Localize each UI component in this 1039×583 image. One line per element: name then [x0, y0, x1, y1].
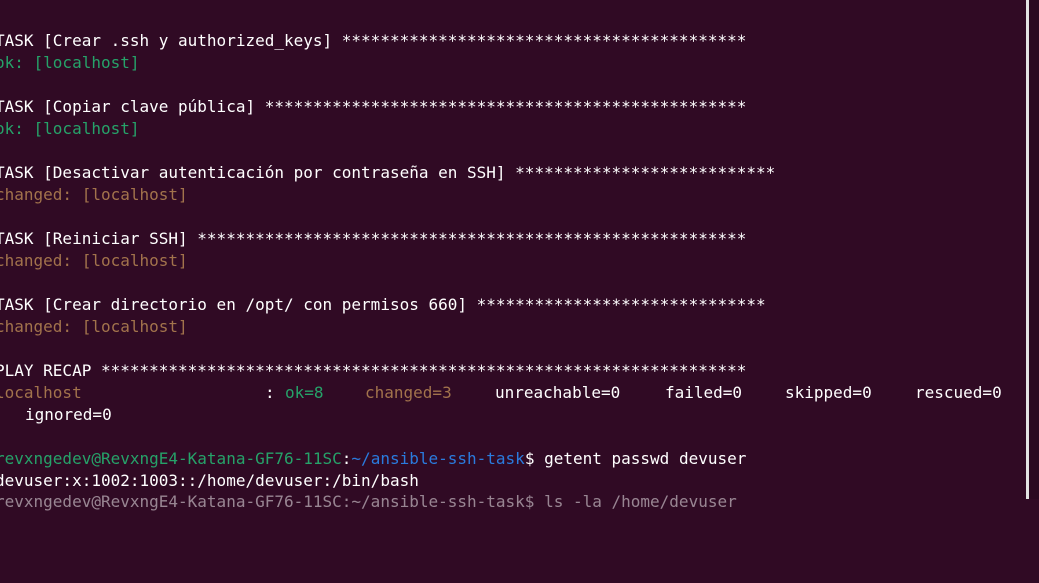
command-output: devuser:x:1002:1003::/home/devuser:/bin/… [0, 471, 419, 491]
scrollbar[interactable] [1029, 0, 1039, 499]
task-line-text: TASK [Desactivar autenticación por contr… [0, 163, 776, 182]
task-line-text: TASK [Crear directorio en /opt/ con perm… [0, 295, 766, 314]
recap-ok: ok=8 [285, 383, 324, 402]
result-text: ok: [localhost] [0, 119, 140, 138]
result-text: changed: [localhost] [0, 185, 188, 204]
recap-ignored: ignored=0 [25, 405, 112, 424]
result-text: ok: [localhost] [0, 53, 140, 72]
task-result-ok: ok: [localhost] [0, 119, 140, 139]
recap-changed: changed=3 [365, 383, 452, 402]
task-result-changed: changed: [localhost] [0, 185, 188, 205]
recap-colon: : [265, 383, 275, 402]
partial-prompt-text: revxngedev@RevxngE4-Katana-GF76-11SC:~/a… [0, 492, 737, 511]
task-result-changed: changed: [localhost] [0, 251, 188, 271]
result-text: changed: [localhost] [0, 317, 188, 336]
task-header-crear-ssh: TASK [Crear .ssh y authorized_keys] ****… [0, 31, 746, 51]
result-text: changed: [localhost] [0, 251, 188, 270]
recap-skipped: skipped=0 [785, 383, 872, 402]
recap-rescued: rescued=0 [915, 383, 1002, 402]
partial-prompt-line: revxngedev@RevxngE4-Katana-GF76-11SC:~/a… [0, 492, 737, 512]
task-result-changed: changed: [localhost] [0, 317, 188, 337]
task-line-text: TASK [Crear .ssh y authorized_keys] ****… [0, 31, 747, 50]
recap-row: localhost : ok=8 changed=3 unreachable=0… [0, 383, 1035, 403]
task-header-desactivar-auth: TASK [Desactivar autenticación por contr… [0, 163, 775, 183]
output-text: devuser:x:1002:1003::/home/devuser:/bin/… [0, 471, 419, 490]
recap-row-wrap: ignored=0 [0, 405, 112, 425]
task-result-ok: ok: [localhost] [0, 53, 140, 73]
prompt-user-host: revxngedev@RevxngE4-Katana-GF76-11SC [0, 449, 342, 468]
task-header-reiniciar-ssh: TASK [Reiniciar SSH] *******************… [0, 229, 746, 249]
terminal-output[interactable]: TASK [Crear .ssh y authorized_keys] ****… [0, 0, 1026, 511]
play-recap-header: PLAY RECAP *****************************… [0, 361, 746, 381]
recap-failed: failed=0 [665, 383, 743, 402]
prompt-separator: : [341, 449, 352, 468]
task-line-text: TASK [Reiniciar SSH] *******************… [0, 229, 747, 248]
prompt-symbol: $ [524, 449, 535, 468]
recap-text: PLAY RECAP *****************************… [0, 361, 747, 380]
task-header-crear-directorio: TASK [Crear directorio en /opt/ con perm… [0, 295, 766, 315]
recap-host: localhost [0, 383, 82, 402]
prompt-command: getent passwd devuser [534, 449, 747, 468]
prompt-path: ~/ansible-ssh-task [351, 449, 525, 468]
recap-unreachable: unreachable=0 [495, 383, 621, 402]
shell-prompt-line: revxngedev@RevxngE4-Katana-GF76-11SC:~/a… [0, 449, 746, 469]
task-header-copiar-clave: TASK [Copiar clave pública] ************… [0, 97, 746, 117]
task-line-text: TASK [Copiar clave pública] ************… [0, 97, 747, 116]
